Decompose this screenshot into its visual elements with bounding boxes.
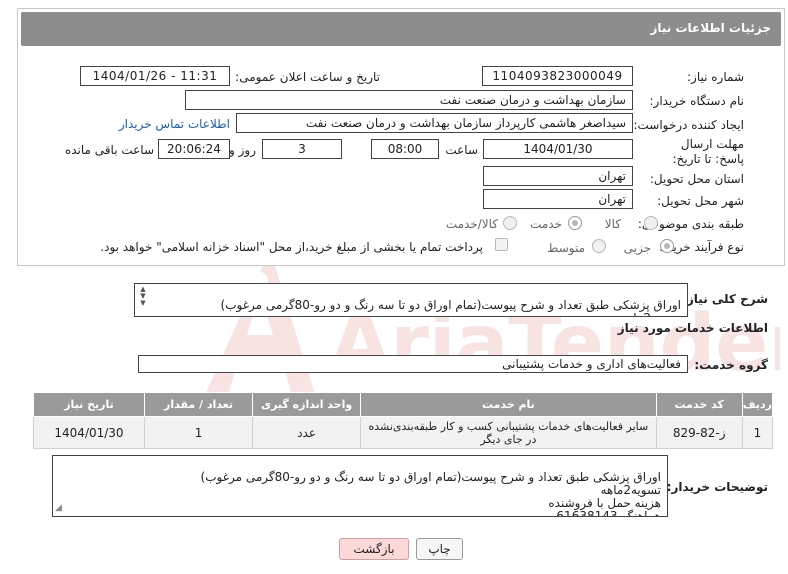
services-section-title: اطلاعات خدمات مورد نیاز xyxy=(617,321,768,335)
cell-row-number: 1 xyxy=(741,416,774,449)
process-radio-medium[interactable] xyxy=(592,239,606,253)
cell-service-name: سایر فعالیت‌های خدمات پشتیبانی کسب و کار… xyxy=(360,416,657,449)
province-label: استان محل تحویل: xyxy=(649,172,744,186)
buyer-contact-link[interactable]: اطلاعات تماس خریدار xyxy=(119,117,230,131)
scroll-arrows-icon[interactable]: ▲ ▼ ▼ xyxy=(137,286,149,307)
category-radio-goods[interactable] xyxy=(644,216,658,230)
col-header-name: نام خدمت xyxy=(360,392,657,417)
province-field: تهران xyxy=(483,166,633,186)
announce-date-label: تاریخ و ساعت اعلان عمومی: xyxy=(235,70,380,84)
deadline-date-field: 1404/01/30 xyxy=(483,139,633,159)
col-header-row: ردیف xyxy=(741,392,774,417)
need-number-field: 1104093823000049 xyxy=(482,66,633,86)
cell-need-date: 1404/01/30 xyxy=(33,416,145,449)
table-row: 1 ز-82-829 سایر فعالیت‌های خدمات پشتیبان… xyxy=(33,416,774,449)
print-button[interactable]: چاپ xyxy=(416,538,463,560)
city-label: شهر محل تحویل: xyxy=(657,194,744,208)
buyer-notes-label: توضیحات خریدار: xyxy=(666,480,768,494)
deadline-label: مهلت ارسال پاسخ: تا تاریخ: xyxy=(672,137,744,166)
requester-field: سیداصغر هاشمی کارپرداز سازمان بهداشت و د… xyxy=(236,113,633,133)
col-header-code: کد خدمت xyxy=(655,392,743,417)
need-number-label: شماره نیاز: xyxy=(687,70,744,84)
category-option-goods-service: کالا/خدمت xyxy=(445,217,498,231)
remaining-time-label: ساعت باقی مانده xyxy=(64,143,154,157)
services-table: ردیف کد خدمت نام خدمت واحد اندازه گیری ت… xyxy=(33,392,774,449)
buyer-notes-textarea[interactable]: اوراق پزشکی طبق تعداد و شرح پیوست(تمام ا… xyxy=(52,455,668,517)
description-textarea[interactable]: اوراق پزشکی طبق تعداد و شرح پیوست(تمام ا… xyxy=(134,283,688,317)
back-button[interactable]: بازگشت xyxy=(339,538,409,560)
announce-date-field: 1404/01/26 - 11:31 xyxy=(80,66,230,86)
service-group-label: گروه خدمت: xyxy=(694,358,768,372)
col-header-qty: تعداد / مقدار xyxy=(143,392,254,417)
col-header-unit: واحد اندازه گیری xyxy=(252,392,362,417)
process-option-medium: متوسط xyxy=(547,241,585,255)
resize-handle-icon[interactable]: ◢ xyxy=(55,502,62,515)
cell-quantity: 1 xyxy=(143,416,254,449)
treasury-payment-checkbox[interactable] xyxy=(495,238,508,251)
category-option-goods: کالا xyxy=(604,217,621,231)
category-option-service: خدمت xyxy=(530,217,562,231)
panel-header: جزئیات اطلاعات نیاز xyxy=(21,12,781,46)
description-text: اوراق پزشکی طبق تعداد و شرح پیوست(تمام ا… xyxy=(220,298,681,317)
remaining-time-field: 20:06:24 xyxy=(158,139,230,159)
process-radio-minor[interactable] xyxy=(660,239,674,253)
buyer-notes-text: اوراق پزشکی طبق تعداد و شرح پیوست(تمام ا… xyxy=(200,470,661,517)
service-group-field: فعالیت‌های اداری و خدمات پشتیبانی xyxy=(138,355,688,373)
col-header-date: تاریخ نیاز xyxy=(33,392,145,417)
deadline-time-label: ساعت xyxy=(445,143,478,157)
page-title: جزئیات اطلاعات نیاز xyxy=(650,21,771,35)
deadline-time-field: 08:00 xyxy=(371,139,439,159)
city-field: تهران xyxy=(483,189,633,209)
treasury-payment-note: پرداخت تمام یا بخشی از مبلغ خرید،از محل … xyxy=(100,240,483,254)
category-radio-goods-service[interactable] xyxy=(503,216,517,230)
category-radio-service[interactable] xyxy=(568,216,582,230)
buyer-org-field: سازمان بهداشت و درمان صنعت نفت xyxy=(185,90,633,110)
remaining-days-field: 3 xyxy=(262,139,342,159)
requester-label: ایجاد کننده درخواست: xyxy=(633,118,744,132)
remaining-days-label: روز و xyxy=(229,143,256,157)
process-option-minor: جزیی xyxy=(623,241,651,255)
cell-unit: عدد xyxy=(252,416,362,449)
cell-service-code: ز-82-829 xyxy=(655,416,743,449)
description-label: شرح کلی نیاز: xyxy=(682,292,768,306)
buyer-org-label: نام دستگاه خریدار: xyxy=(649,94,745,108)
